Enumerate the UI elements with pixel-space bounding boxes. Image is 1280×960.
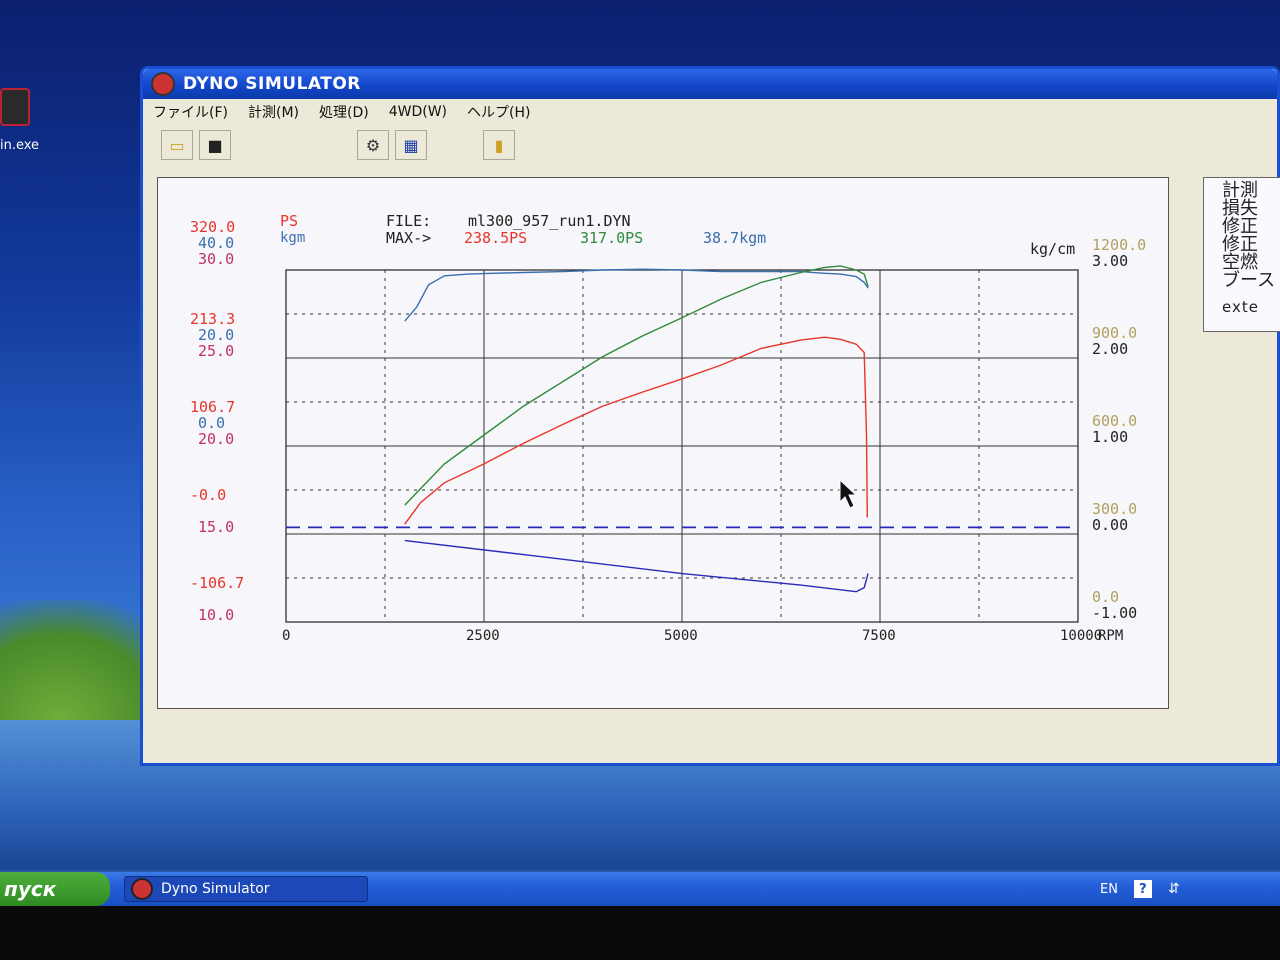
x-tick-label: 0 (282, 628, 290, 644)
left-tick-ps: -106.7 (190, 574, 244, 592)
menu-bar: ファイル(F) 計測(M) 処理(D) 4WD(W) ヘルプ(H) (143, 99, 1277, 125)
desktop-icon-label: in.exe (0, 138, 40, 153)
display-icon: ▦ (403, 135, 419, 155)
dyno-window: DYNO SIMULATOR ファイル(F) 計測(M) 処理(D) 4WD(W… (140, 66, 1280, 766)
task-label: Dyno Simulator (161, 881, 270, 897)
menu-help[interactable]: ヘルプ(H) (467, 102, 530, 122)
right-tick-bottom: -1.00 (1092, 604, 1137, 622)
right-tick-bottom: 2.00 (1092, 340, 1128, 358)
desktop-icon-exe[interactable]: in.exe (0, 88, 70, 153)
language-indicator[interactable]: EN (1100, 882, 1118, 897)
left-tick-pink: 10.0 (198, 606, 234, 624)
settings-icon: ⚙ (365, 135, 381, 155)
taskbar-dyno-button[interactable]: Dyno Simulator (124, 876, 368, 902)
left-tick-pink: 15.0 (198, 518, 234, 536)
ps-unit-label: PS (280, 212, 298, 230)
x-tick-label: 2500 (466, 628, 500, 644)
series-line-red (404, 336, 868, 525)
side-line-6: ブース (1222, 270, 1276, 291)
series-line-blue (404, 268, 869, 322)
max-label: MAX-> (386, 229, 431, 247)
network-icon[interactable]: ⇵ (1168, 881, 1180, 897)
left-tick-pink: 25.0 (198, 342, 234, 360)
help-icon[interactable]: ? (1133, 880, 1152, 898)
mouse-cursor-icon (839, 478, 858, 509)
exit-door-icon: ▮ (494, 135, 504, 155)
max-ps-red: 238.5PS (464, 229, 527, 247)
display-button[interactable]: ▦ (395, 130, 427, 160)
window-title: DYNO SIMULATOR (183, 74, 361, 94)
x-tick-label: 7500 (862, 628, 896, 644)
toolbar: ▭ ■ ⚙ ▦ ▮ (143, 125, 1277, 165)
save-button[interactable]: ■ (199, 130, 231, 160)
taskbar: пуск Dyno Simulator EN ? ⇵ (0, 872, 1280, 906)
kgm-unit-label: kgm (280, 230, 305, 246)
max-ps-green: 317.0PS (580, 229, 643, 247)
right-tick-bottom: 1.00 (1092, 428, 1128, 446)
side-ext-text: exte (1222, 298, 1259, 316)
start-label: пуск (4, 877, 57, 901)
max-kgm: 38.7kgm (703, 229, 766, 247)
x-tick-label: 10000 (1060, 628, 1102, 644)
right-tick-bottom: 0.00 (1092, 516, 1128, 534)
exit-button[interactable]: ▮ (483, 130, 515, 160)
left-tick-pink: 20.0 (198, 430, 234, 448)
app-icon (151, 72, 175, 96)
side-panel: 計測 損失 修正 修正 空燃 ブース exte (1203, 177, 1280, 332)
menu-file[interactable]: ファイル(F) (153, 102, 228, 122)
monitor-bezel (0, 906, 1280, 960)
chart-area: PS kgm FILE: ml300_957_run1.DYN MAX-> 23… (157, 177, 1169, 709)
system-tray: EN ? ⇵ (1100, 872, 1280, 906)
right-tick-bottom: 3.00 (1092, 252, 1128, 270)
dyno-task-icon (131, 878, 153, 900)
menu-process[interactable]: 処理(D) (319, 102, 369, 122)
series-line-navy (404, 539, 869, 593)
start-button[interactable]: пуск (0, 872, 110, 906)
title-bar[interactable]: DYNO SIMULATOR (143, 69, 1277, 99)
menu-measure[interactable]: 計測(M) (248, 102, 299, 122)
settings-button[interactable]: ⚙ (357, 130, 389, 160)
plot-area: 0 2500 5000 7500 10000RPM320.040.030.0213.32… (190, 218, 1146, 644)
right-unit-label: kg/cm (1030, 240, 1075, 258)
left-tick-pink: 30.0 (198, 250, 234, 268)
x-tick-label: 5000 (664, 628, 698, 644)
dyno-chart: PS kgm FILE: ml300_957_run1.DYN MAX-> 23… (190, 212, 1146, 644)
file-label: FILE: (386, 212, 431, 230)
exe-icon (0, 88, 30, 126)
save-icon: ■ (207, 135, 223, 155)
open-folder-button[interactable]: ▭ (161, 130, 193, 160)
menu-4wd[interactable]: 4WD(W) (389, 104, 447, 120)
x-axis-label: RPM (1098, 628, 1123, 644)
file-name: ml300_957_run1.DYN (468, 212, 631, 230)
left-tick-ps: -0.0 (190, 486, 226, 504)
open-folder-icon: ▭ (169, 135, 185, 155)
